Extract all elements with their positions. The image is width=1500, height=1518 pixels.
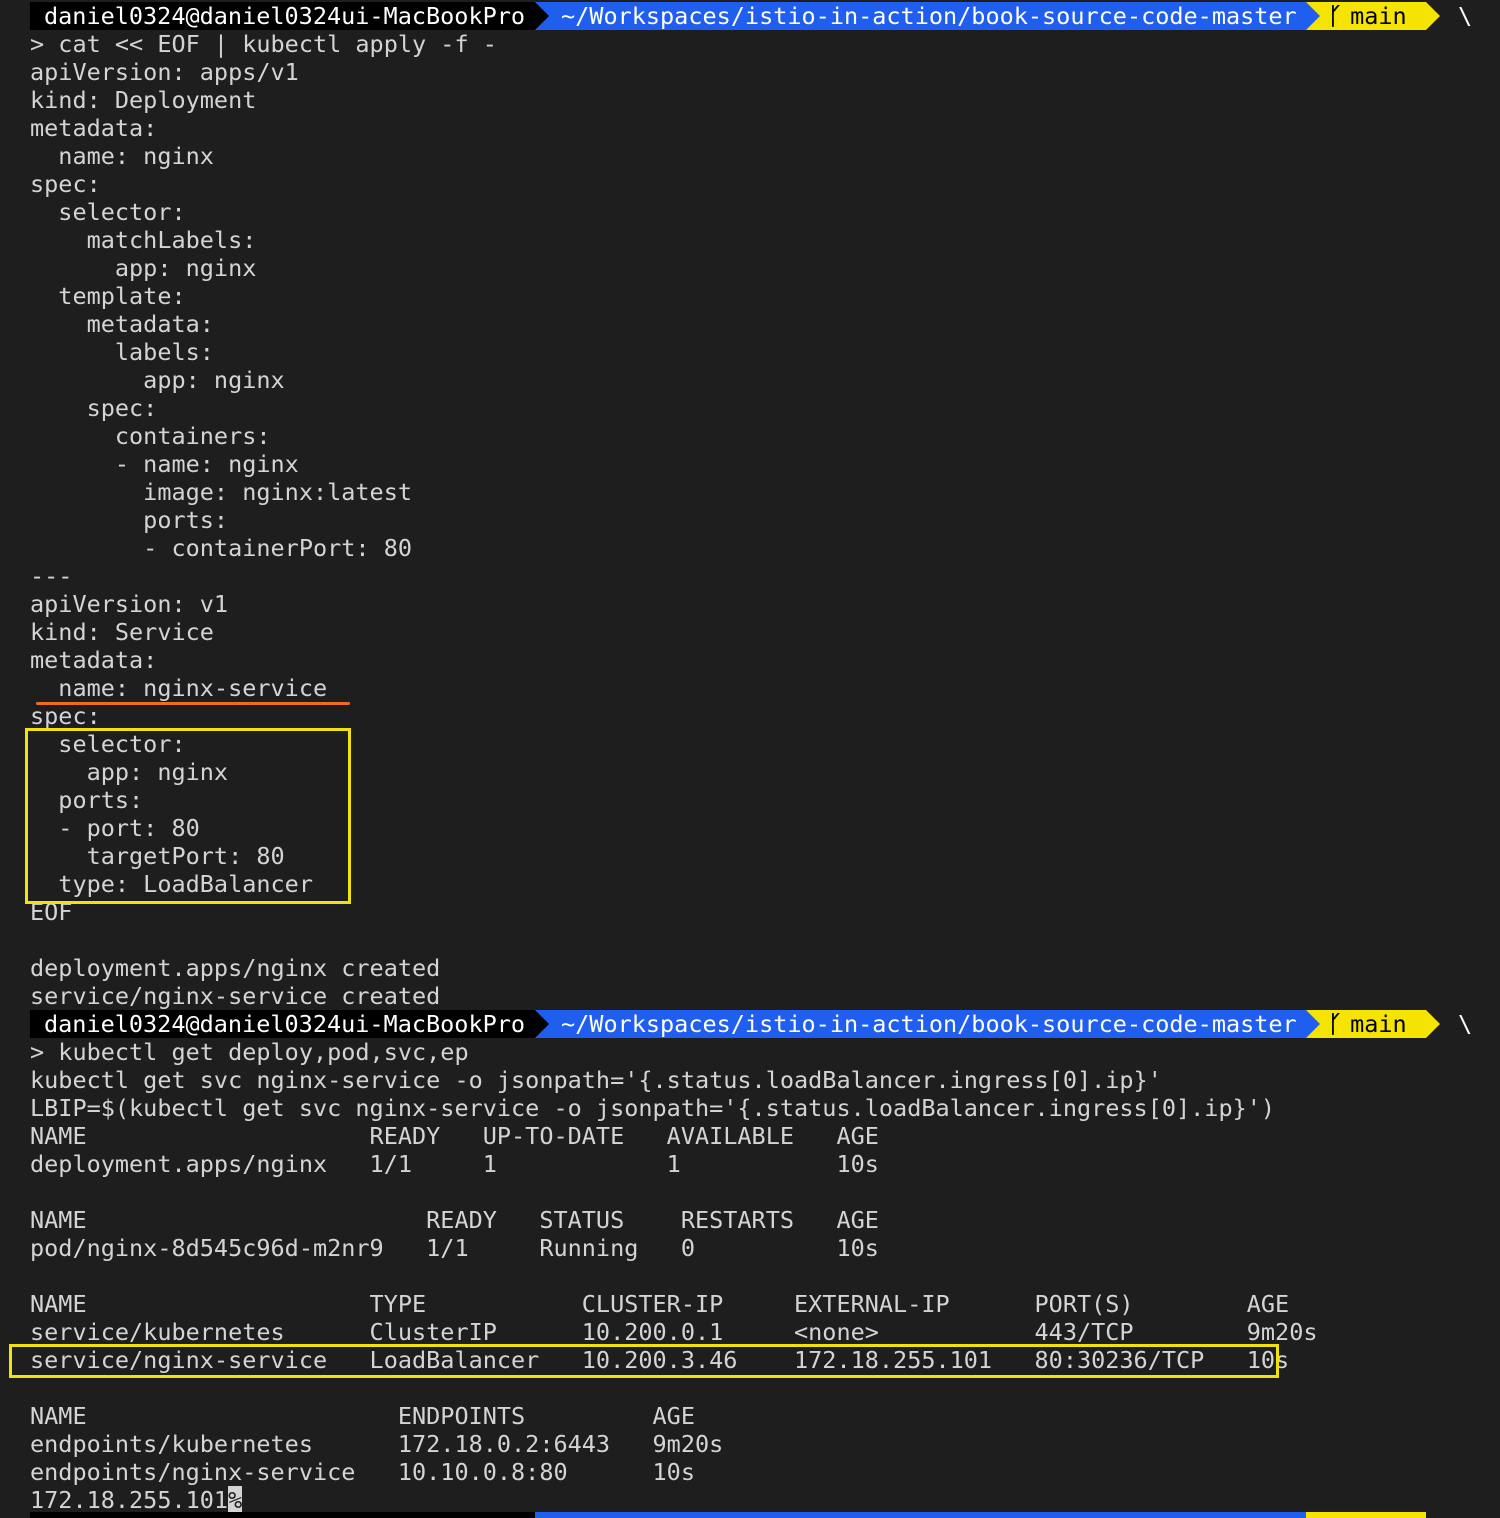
prompt-separator bbox=[1306, 2, 1320, 30]
terminal-line: app: nginx bbox=[30, 366, 285, 394]
terminal-line: name: nginx bbox=[30, 142, 214, 170]
prompt-user-host: daniel0324@daniel0324ui-MacBookPro bbox=[30, 1010, 535, 1038]
terminal-line: endpoints/nginx-service 10.10.0.8:80 10s bbox=[30, 1458, 695, 1486]
prompt-separator bbox=[1426, 1010, 1440, 1038]
highlight-box-service-spec bbox=[25, 728, 351, 904]
prompt-separator bbox=[535, 1010, 549, 1038]
terminal-line: --- bbox=[30, 562, 73, 590]
git-branch-icon: ᚴ bbox=[1328, 1010, 1343, 1038]
git-branch-label: main bbox=[1350, 1010, 1407, 1038]
terminal-line: metadata: bbox=[30, 114, 158, 142]
terminal-line: kubectl get svc nginx-service -o jsonpat… bbox=[30, 1066, 1162, 1094]
terminal-line: endpoints/kubernetes 172.18.0.2:6443 9m2… bbox=[30, 1430, 724, 1458]
prompt-git-branch: ᚴ main bbox=[1320, 2, 1426, 30]
load-balancer-ip: 172.18.255.101 bbox=[30, 1486, 229, 1514]
terminal-line: matchLabels: bbox=[30, 226, 257, 254]
line-continuation: \ bbox=[1458, 2, 1473, 30]
prompt-user-host: daniel0324@daniel0324ui-MacBookPro bbox=[30, 2, 535, 30]
terminal-line: service/nginx-service created bbox=[30, 982, 441, 1010]
terminal-cursor: % bbox=[228, 1486, 243, 1514]
terminal-line: > cat << EOF | kubectl apply -f - bbox=[30, 30, 497, 58]
terminal-line: - name: nginx bbox=[30, 450, 299, 478]
terminal-line: deployment.apps/nginx created bbox=[30, 954, 441, 982]
terminal-line: app: nginx bbox=[30, 254, 257, 282]
terminal-line: containers: bbox=[30, 422, 271, 450]
shell-prompt: daniel0324@daniel0324ui-MacBookPro ~/Wor… bbox=[30, 2, 1500, 30]
terminal-line: kind: Deployment bbox=[30, 86, 257, 114]
prompt-git-branch: ᚴ main bbox=[1320, 1010, 1426, 1038]
git-branch-icon: ᚴ bbox=[1328, 2, 1343, 30]
terminal-line: NAME READY STATUS RESTARTS AGE bbox=[30, 1206, 879, 1234]
terminal-line: - containerPort: 80 bbox=[30, 534, 413, 562]
terminal-line: spec: bbox=[30, 170, 101, 198]
terminal-window[interactable]: daniel0324@daniel0324ui-MacBookPro ~/Wor… bbox=[0, 0, 1500, 1518]
next-prompt-partial bbox=[30, 1512, 1500, 1518]
terminal-line: NAME TYPE CLUSTER-IP EXTERNAL-IP PORT(S)… bbox=[30, 1290, 1290, 1318]
terminal-line: apiVersion: apps/v1 bbox=[30, 58, 299, 86]
terminal-line: selector: bbox=[30, 198, 186, 226]
terminal-line: LBIP=$(kubectl get svc nginx-service -o … bbox=[30, 1094, 1276, 1122]
line-continuation: \ bbox=[1458, 1010, 1473, 1038]
terminal-line: image: nginx:latest bbox=[30, 478, 413, 506]
git-branch-label: main bbox=[1350, 2, 1407, 30]
terminal-line: apiVersion: v1 bbox=[30, 590, 229, 618]
terminal-line: deployment.apps/nginx 1/1 1 1 10s bbox=[30, 1150, 879, 1178]
terminal-line: > kubectl get deploy,pod,svc,ep bbox=[30, 1038, 469, 1066]
terminal-line: ports: bbox=[30, 506, 229, 534]
final-output-line: 172.18.255.101% bbox=[30, 1486, 242, 1514]
terminal-line: kind: Service bbox=[30, 618, 214, 646]
terminal-line: template: bbox=[30, 282, 186, 310]
terminal-line: service/kubernetes ClusterIP 10.200.0.1 … bbox=[30, 1318, 1318, 1346]
orange-underline-annotation bbox=[36, 702, 350, 705]
terminal-line: spec: bbox=[30, 702, 101, 730]
terminal-line: name: nginx-service bbox=[30, 674, 328, 702]
terminal-line: metadata: bbox=[30, 646, 158, 674]
prompt-separator bbox=[535, 2, 549, 30]
prompt-path: ~/Workspaces/istio-in-action/book-source… bbox=[549, 1010, 1306, 1038]
prompt-path: ~/Workspaces/istio-in-action/book-source… bbox=[549, 2, 1306, 30]
prompt-separator bbox=[1426, 2, 1440, 30]
terminal-line: metadata: bbox=[30, 310, 214, 338]
terminal-line: spec: bbox=[30, 394, 158, 422]
terminal-line: NAME READY UP-TO-DATE AVAILABLE AGE bbox=[30, 1122, 879, 1150]
shell-prompt: daniel0324@daniel0324ui-MacBookPro ~/Wor… bbox=[30, 1010, 1500, 1038]
highlight-box-nginx-service-row bbox=[9, 1344, 1279, 1378]
terminal-line: NAME ENDPOINTS AGE bbox=[30, 1402, 695, 1430]
prompt-separator bbox=[1306, 1010, 1320, 1038]
terminal-line: labels: bbox=[30, 338, 214, 366]
terminal-line: pod/nginx-8d545c96d-m2nr9 1/1 Running 0 … bbox=[30, 1234, 879, 1262]
